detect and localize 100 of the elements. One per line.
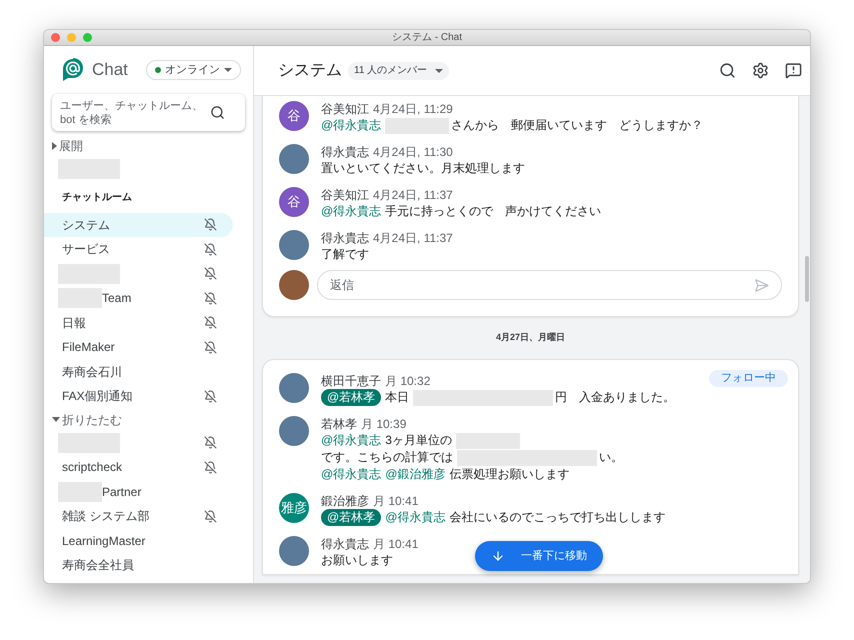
message-time: 月 10:41	[373, 493, 418, 509]
room-name: 寿商会石川	[62, 364, 122, 381]
mention-link[interactable]: @得永貴志	[321, 466, 382, 483]
bell-off-icon	[204, 292, 217, 305]
avatar-photo-placeholder	[279, 230, 309, 260]
bell-off-icon	[204, 460, 217, 474]
room-item[interactable]: システム	[44, 212, 233, 237]
mention-link[interactable]: @得永貴志	[321, 203, 382, 220]
message-time: 4月24日, 11:37	[373, 230, 453, 246]
room-name: 日報	[62, 314, 86, 332]
caret-down-icon	[52, 417, 60, 422]
mention-chip[interactable]: @若林孝	[321, 509, 382, 526]
bell-off-icon	[204, 436, 217, 450]
zoom-window-button[interactable]	[83, 33, 92, 42]
sender-name: 若林孝	[321, 416, 357, 432]
message-time: 月 10:41	[373, 536, 418, 552]
app-name: Chat	[92, 59, 128, 82]
room-name: 寿商会全社員	[62, 557, 134, 574]
minimize-window-button[interactable]	[67, 33, 76, 42]
message-time: 月 10:32	[385, 373, 430, 389]
mention-link[interactable]: @鍛治雅彦	[385, 466, 446, 483]
room-item[interactable]: 雑談 システム部	[44, 504, 233, 528]
avatar-photo-placeholder	[279, 144, 309, 174]
message-text: 本日	[385, 389, 410, 406]
letter-avatar: 雅彦	[279, 493, 309, 523]
mention-chip[interactable]: @若林孝	[321, 389, 382, 406]
message-text: い。	[599, 449, 623, 466]
room-title: システム	[278, 60, 342, 80]
room-item[interactable]: 寿商会石川	[44, 360, 233, 384]
room-name: scriptcheck	[62, 459, 122, 476]
caret-down-icon	[224, 68, 232, 72]
message-time: 4月24日, 11:29	[373, 101, 453, 117]
message-time: 4月24日, 11:37	[373, 187, 453, 203]
message-time: 4月24日, 11:30	[373, 144, 453, 160]
room-item[interactable]: scriptcheck	[44, 455, 233, 480]
avatar-photo-placeholder	[279, 416, 309, 446]
room-item[interactable]: 日報	[44, 310, 233, 335]
room-name: システム	[62, 216, 110, 234]
message-text: 円 入金ありました。	[555, 389, 676, 406]
message-text: さんから 郵便届いています どうしますか？	[451, 117, 704, 134]
room-name: FAX個別通知	[62, 388, 133, 406]
sender-name: 横田千恵子	[321, 373, 381, 389]
chat-logo-icon	[62, 58, 84, 82]
search-field[interactable]: ユーザー、チャットルーム、bot を検索	[52, 94, 245, 131]
mention-link[interactable]: @得永貴志	[385, 509, 446, 526]
room-item[interactable]: Team	[44, 286, 233, 310]
message-text: 置いといてください。月末処理します	[321, 160, 525, 177]
bell-off-icon	[204, 242, 217, 256]
message-text: 会社にいるのでこっちで打ち出しします	[449, 509, 666, 526]
bell-off-icon	[204, 390, 217, 403]
avatar-photo-placeholder	[279, 270, 309, 300]
room-name: 雑談 システム部	[62, 508, 150, 526]
reply-field[interactable]: 返信	[317, 270, 782, 300]
bell-off-icon	[204, 218, 217, 232]
send-icon[interactable]	[754, 278, 769, 292]
room-name: LearningMaster	[62, 532, 146, 550]
letter-avatar: 谷	[279, 187, 309, 217]
search-icon	[210, 105, 225, 120]
mention-link[interactable]: @得永貴志	[321, 432, 382, 449]
sender-name: 谷美知江	[321, 101, 369, 117]
sender-name: 谷美知江	[321, 187, 369, 203]
settings-icon[interactable]	[752, 62, 769, 79]
bell-off-icon	[204, 267, 217, 280]
message-text: 伝票処理お願いします	[449, 466, 570, 483]
bell-off-icon	[204, 316, 217, 330]
window-title: システム - Chat	[392, 31, 462, 45]
room-item[interactable]: LearningMaster	[44, 528, 233, 553]
search-icon[interactable]	[719, 62, 736, 79]
following-badge[interactable]: フォロー中	[709, 370, 788, 387]
date-separator: 4月27日、月曜日	[494, 331, 566, 344]
letter-avatar: 谷	[279, 101, 309, 131]
avatar-photo-placeholder	[279, 373, 309, 403]
sender-name: 得永貴志	[321, 536, 369, 552]
sender-name: 鍛治雅彦	[321, 493, 369, 509]
room-item[interactable]: サービス	[44, 237, 233, 262]
room-name: Team	[102, 290, 132, 308]
close-window-button[interactable]	[51, 33, 60, 42]
section-heading: チャットルーム	[61, 190, 133, 204]
sender-name: 得永貴志	[321, 144, 369, 160]
room-item[interactable]: Partner	[44, 480, 233, 504]
message-text: 了解です	[321, 246, 369, 263]
jump-to-bottom-button[interactable]: 一番下に移動	[475, 541, 603, 571]
mention-link[interactable]: @得永貴志	[321, 117, 382, 134]
section-toggle[interactable]: 折りたたむ	[44, 408, 253, 430]
room-name: サービス	[62, 241, 110, 258]
room-item[interactable]: 寿商会全社員	[44, 553, 233, 578]
section-toggle[interactable]: 展開	[44, 135, 253, 157]
arrow-down-icon	[491, 549, 505, 563]
room-item[interactable]: FileMaker	[44, 335, 233, 360]
status-dropdown[interactable]: オンライン	[146, 60, 241, 80]
room-item[interactable]: FAX個別通知	[44, 384, 233, 408]
room-name: Partner	[102, 484, 142, 501]
feedback-icon[interactable]	[785, 62, 802, 79]
search-placeholder: ユーザー、チャットルーム、bot を検索	[60, 98, 204, 126]
scrollbar-thumb[interactable]	[805, 256, 809, 302]
avatar-photo-placeholder	[279, 536, 309, 566]
members-dropdown[interactable]: 11 人のメンバー	[348, 62, 450, 80]
message-text: 手元に持っとくので 声かけてください	[385, 203, 602, 220]
message-time: 月 10:39	[361, 416, 406, 432]
reply-placeholder: 返信	[330, 277, 355, 294]
